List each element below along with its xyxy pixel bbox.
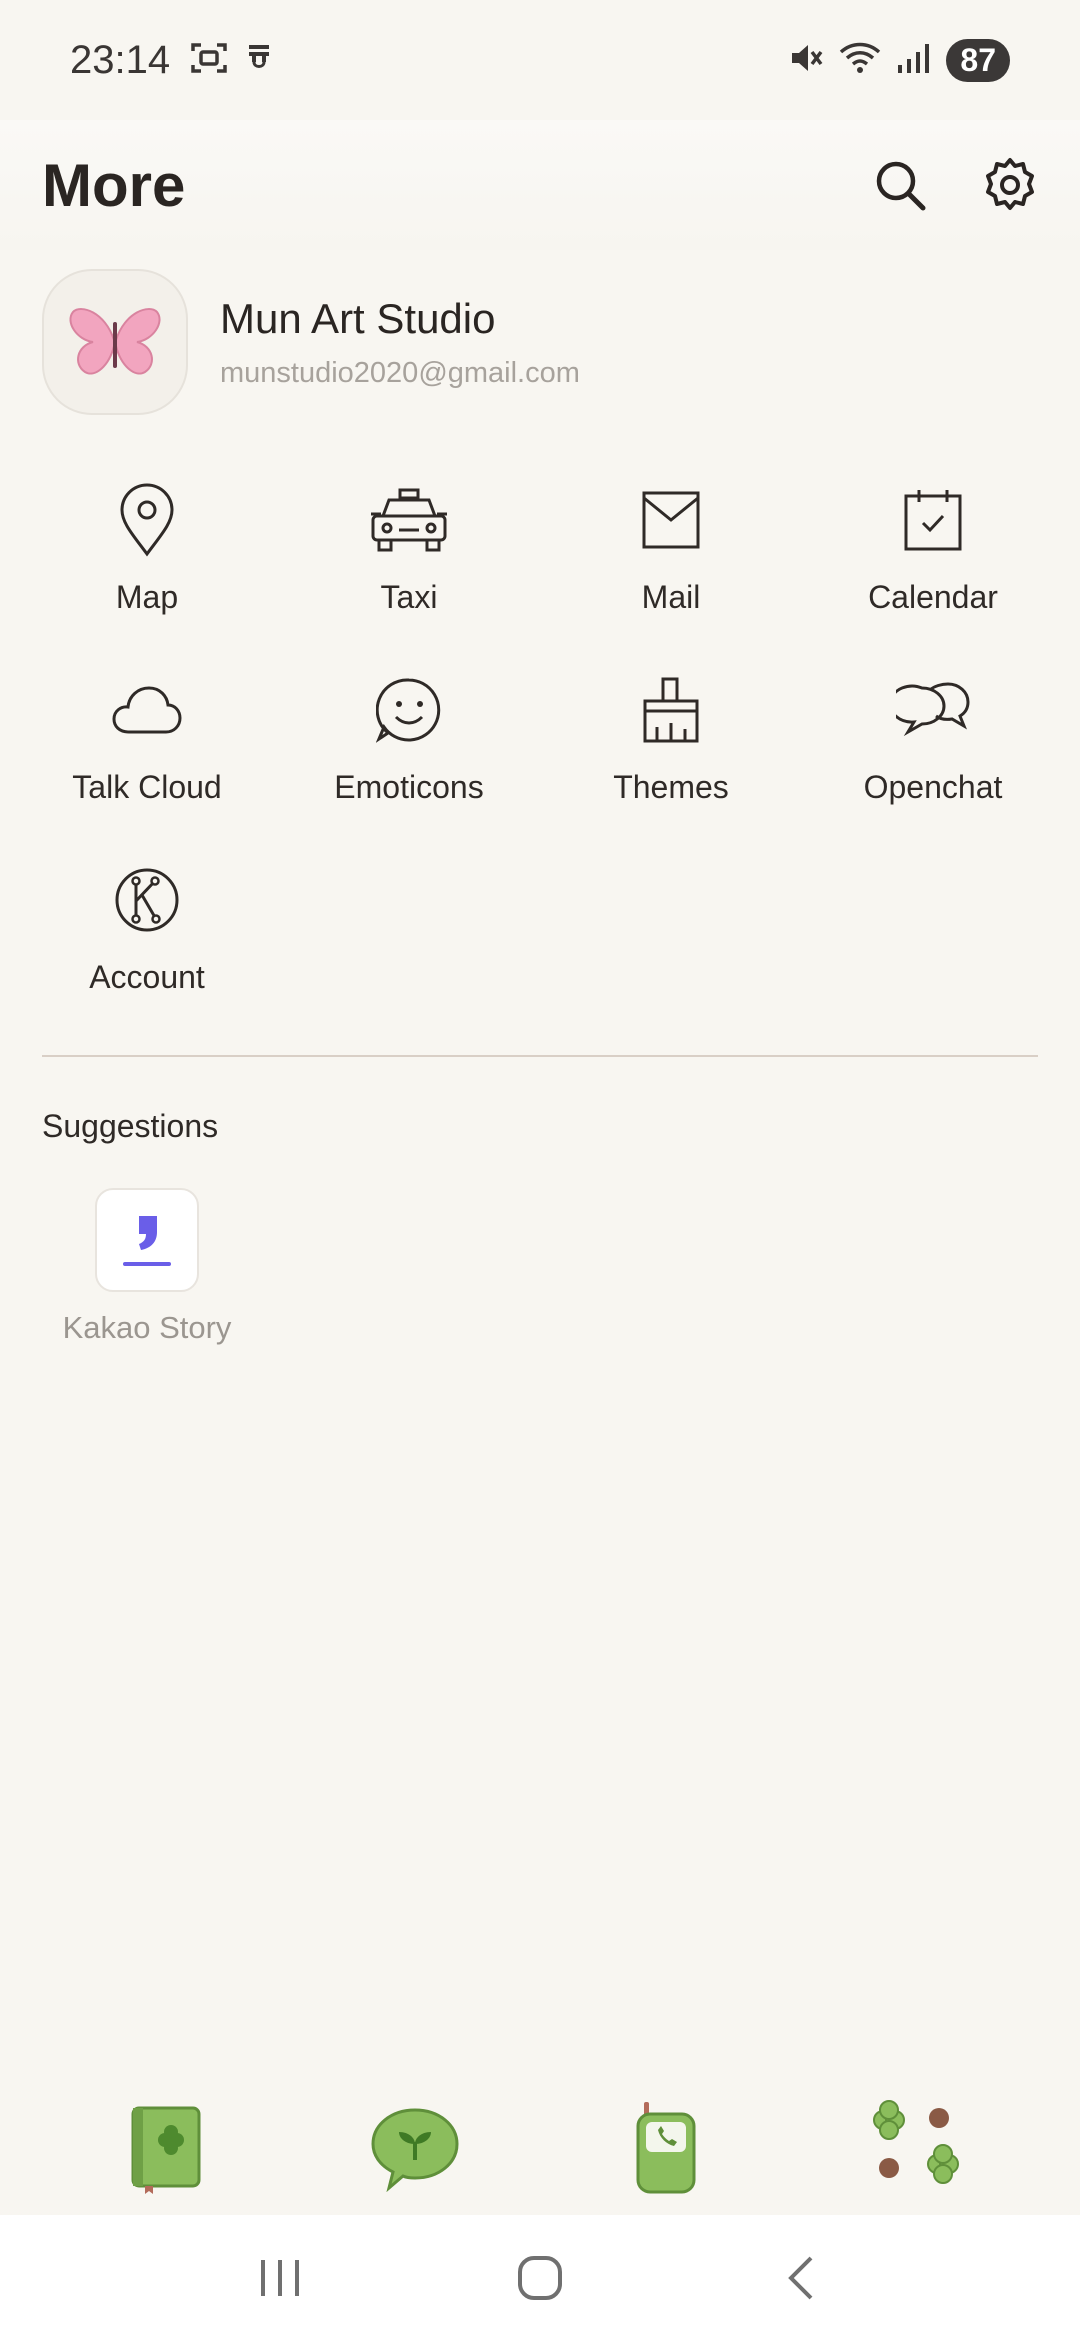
- emoticon-icon: [364, 665, 454, 755]
- menu-item-label: Calendar: [868, 579, 998, 615]
- signal-icon: [896, 41, 932, 80]
- butterfly-icon: [69, 308, 161, 375]
- tab-more[interactable]: [860, 2093, 970, 2203]
- system-navigation-bar: [0, 2215, 1080, 2340]
- more-tab-icon: [873, 2099, 959, 2184]
- profile-card[interactable]: Mun Art Studio munstudio2020@gmail.com: [42, 268, 1042, 416]
- settings-button[interactable]: [982, 157, 1038, 213]
- paint-brush-icon: [626, 665, 716, 755]
- battery-indicator: 87: [946, 38, 1010, 82]
- wifi-icon: [838, 40, 882, 81]
- section-divider: [42, 1055, 1038, 1057]
- header: More: [0, 120, 1080, 250]
- menu-item-label: Map: [115, 579, 179, 615]
- home-icon: [518, 2255, 562, 2300]
- map-pin-icon: [102, 475, 192, 565]
- chat-bubbles-icon: [888, 665, 978, 755]
- menu-item-label: Taxi: [380, 579, 438, 615]
- page-title: More: [42, 151, 186, 219]
- kakao-account-icon: [102, 855, 192, 945]
- menu-item-label: Mail: [641, 579, 701, 615]
- status-time: 23:14: [70, 37, 171, 82]
- tab-friends[interactable]: [110, 2093, 220, 2203]
- cloud-icon: [102, 665, 192, 755]
- calendar-icon: [888, 475, 978, 565]
- suggestions-title: Suggestions: [42, 1108, 219, 1144]
- menu-item-map[interactable]: Map: [16, 475, 278, 665]
- menu-item-emoticons[interactable]: Emoticons: [278, 665, 540, 855]
- chats-tab-icon: [371, 2107, 459, 2192]
- menu-item-openchat[interactable]: Openchat: [802, 665, 1064, 855]
- avatar[interactable]: [42, 269, 188, 415]
- profile-name: Mun Art Studio: [220, 294, 496, 342]
- search-button[interactable]: [872, 157, 928, 213]
- notification-icon: [246, 43, 272, 78]
- recent-apps-icon: [261, 2259, 299, 2296]
- calls-tab-icon: [636, 2101, 696, 2193]
- mute-icon: [788, 41, 824, 80]
- menu-item-label: Account: [89, 959, 205, 995]
- menu-item-calendar[interactable]: Calendar: [802, 475, 1064, 665]
- friends-tab-icon: [131, 2106, 201, 2194]
- menu-item-label: Openchat: [863, 769, 1003, 805]
- back-button[interactable]: [760, 2238, 840, 2318]
- mail-icon: [626, 475, 716, 565]
- menu-item-taxi[interactable]: Taxi: [278, 475, 540, 665]
- status-bar: 23:14 87: [0, 0, 1080, 120]
- menu-item-account[interactable]: Account: [16, 855, 278, 1045]
- home-button[interactable]: [500, 2238, 580, 2318]
- menu-item-label: Talk Cloud: [72, 769, 222, 805]
- menu-item-label: Themes: [613, 769, 729, 805]
- bottom-tab-bar: [0, 2080, 1080, 2215]
- menu-item-mail[interactable]: Mail: [540, 475, 802, 665]
- settings-icon: [986, 158, 1034, 210]
- tab-chats[interactable]: [360, 2093, 470, 2203]
- menu-item-themes[interactable]: Themes: [540, 665, 802, 855]
- recent-apps-button[interactable]: [240, 2238, 320, 2318]
- kakao-story-icon: [95, 1188, 199, 1292]
- screenshot-icon: [190, 41, 228, 80]
- search-icon: [876, 161, 926, 211]
- menu-item-label: Emoticons: [334, 769, 484, 805]
- taxi-icon: [364, 475, 454, 565]
- back-icon: [788, 2256, 813, 2299]
- suggestion-kakao-story[interactable]: Kakao Story: [42, 1188, 252, 1346]
- suggestion-label: Kakao Story: [62, 1310, 232, 1345]
- menu-item-talk-cloud[interactable]: Talk Cloud: [16, 665, 278, 855]
- more-menu-grid: Map Taxi Mail Calendar Talk Cloud Emotic…: [16, 475, 1064, 1045]
- profile-email: munstudio2020@gmail.com: [220, 356, 580, 389]
- tab-calls[interactable]: [610, 2093, 720, 2203]
